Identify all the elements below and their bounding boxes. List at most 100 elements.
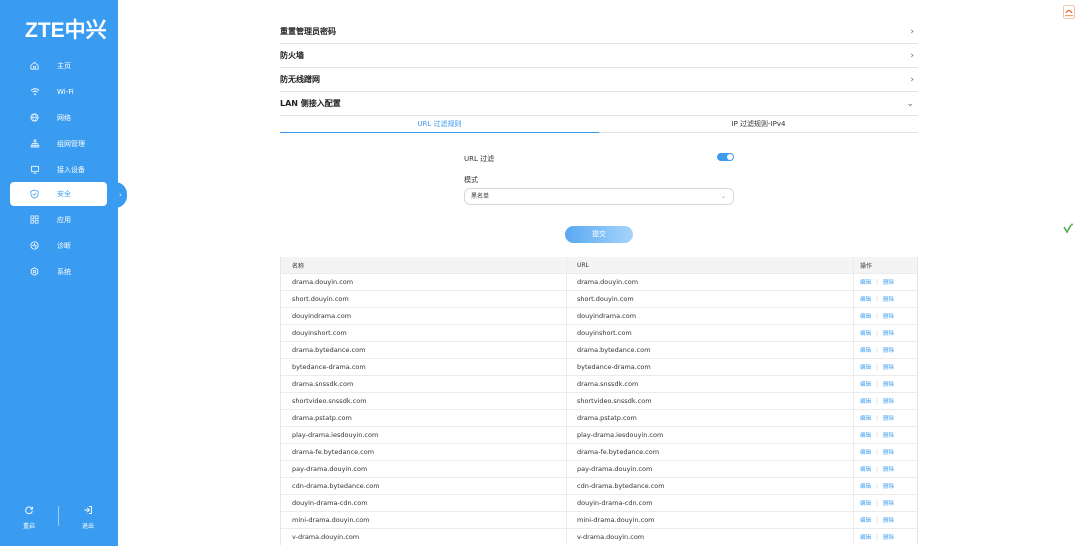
sidebar-item-label: 主页 — [57, 61, 71, 70]
cell-url: shortvideo.snssdk.com — [567, 393, 854, 409]
edit-link[interactable]: 编辑 — [860, 295, 871, 303]
divider: | — [876, 329, 879, 337]
tab-url-filter[interactable]: URL 过滤规则 — [280, 116, 599, 133]
edit-link[interactable]: 编辑 — [860, 329, 871, 337]
table-row: drama.pstatp.com drama.pstatp.com 编辑 | 删除 — [281, 409, 917, 426]
table-row: shortvideo.snssdk.com shortvideo.snssdk.c… — [281, 392, 917, 409]
edit-link[interactable]: 编辑 — [860, 465, 871, 473]
url-filter-label: URL 过滤 — [464, 155, 495, 163]
settings-icon — [30, 267, 52, 276]
leaf-icon[interactable] — [1061, 222, 1075, 236]
sidebar-item-home[interactable]: 主页 — [10, 54, 107, 77]
filter-tabs: URL 过滤规则 IP 过滤规则-IPv4 — [280, 116, 918, 133]
section-anti-wifi-leech[interactable]: 防无线蹭网 › — [280, 68, 918, 92]
sidebar-item-network[interactable]: 网络 — [10, 106, 107, 129]
mode-select[interactable]: 黑名单 ⌄ — [464, 188, 734, 205]
delete-link[interactable]: 删除 — [883, 380, 894, 388]
active-indicator: › — [115, 182, 127, 208]
edit-link[interactable]: 编辑 — [860, 380, 871, 388]
edit-link[interactable]: 编辑 — [860, 278, 871, 286]
delete-link[interactable]: 删除 — [883, 278, 894, 286]
sidebar-item-mesh[interactable]: 组网管理 — [10, 132, 107, 155]
delete-link[interactable]: 删除 — [883, 448, 894, 456]
cell-url: cdn-drama.bytedance.com — [567, 478, 854, 494]
edit-link[interactable]: 编辑 — [860, 448, 871, 456]
edit-link[interactable]: 编辑 — [860, 312, 871, 320]
cell-url: douyin-drama-cdn.com — [567, 495, 854, 511]
header-url: URL — [567, 257, 854, 273]
cell-ops: 编辑 | 删除 — [854, 444, 917, 460]
edit-link[interactable]: 编辑 — [860, 533, 871, 541]
cell-url: douyindrama.com — [567, 308, 854, 324]
sidebar-item-label: 组网管理 — [57, 139, 85, 148]
edit-link[interactable]: 编辑 — [860, 482, 871, 490]
cell-ops: 编辑 | 删除 — [854, 274, 917, 290]
edit-link[interactable]: 编辑 — [860, 516, 871, 524]
cell-url: douyinshort.com — [567, 325, 854, 341]
cell-url: pay-drama.douyin.com — [567, 461, 854, 477]
home-icon — [30, 61, 52, 70]
delete-link[interactable]: 删除 — [883, 397, 894, 405]
sidebar-item-apps[interactable]: 应用 — [10, 208, 107, 231]
delete-link[interactable]: 删除 — [883, 482, 894, 490]
sidebar-item-system[interactable]: 系统 — [10, 260, 107, 283]
edit-link[interactable]: 编辑 — [860, 346, 871, 354]
cell-ops: 编辑 | 删除 — [854, 291, 917, 307]
sidebar-item-security[interactable]: 安全 — [10, 182, 107, 206]
section-lan-access-config[interactable]: LAN 侧接入配置 ⌄ — [280, 92, 918, 116]
delete-link[interactable]: 删除 — [883, 363, 894, 371]
section-firewall[interactable]: 防火墙 › — [280, 44, 918, 68]
delete-link[interactable]: 删除 — [883, 431, 894, 439]
delete-link[interactable]: 删除 — [883, 465, 894, 473]
table-row: pay-drama.douyin.com pay-drama.douyin.com… — [281, 460, 917, 477]
divider: | — [876, 312, 879, 320]
cell-name: drama.douyin.com — [281, 274, 567, 290]
edit-link[interactable]: 编辑 — [860, 363, 871, 371]
cell-ops: 编辑 | 删除 — [854, 512, 917, 528]
divider: | — [876, 448, 879, 456]
sidebar-item-wifi[interactable]: Wi-Fi — [10, 80, 107, 103]
chevron-down-icon: ⌄ — [720, 193, 726, 200]
submit-button[interactable]: 提交 — [565, 226, 633, 243]
delete-link[interactable]: 删除 — [883, 329, 894, 337]
delete-link[interactable]: 删除 — [883, 533, 894, 541]
cell-ops: 编辑 | 删除 — [854, 478, 917, 494]
delete-link[interactable]: 删除 — [883, 499, 894, 507]
divider: | — [876, 295, 879, 303]
logout-button[interactable]: 退出 — [73, 505, 103, 530]
cell-name: cdn-drama.bytedance.com — [281, 478, 567, 494]
header-ops: 操作 — [860, 262, 873, 270]
divider: | — [876, 516, 879, 524]
logout-label: 退出 — [81, 523, 94, 530]
cell-name: douyinshort.com — [281, 325, 567, 341]
restart-icon — [14, 505, 44, 517]
delete-link[interactable]: 删除 — [883, 414, 894, 422]
cell-ops: 编辑 | 删除 — [854, 495, 917, 511]
table-row: short.douyin.com short.douyin.com 编辑 | 删除 — [281, 290, 917, 307]
cell-ops: 编辑 | 删除 — [854, 359, 917, 375]
edit-link[interactable]: 编辑 — [860, 431, 871, 439]
edit-link[interactable]: 编辑 — [860, 414, 871, 422]
delete-link[interactable]: 删除 — [883, 295, 894, 303]
sidebar-item-diagnose[interactable]: 诊断 — [10, 234, 107, 257]
tab-ip-filter-ipv4[interactable]: IP 过滤规则-IPv4 — [599, 116, 918, 133]
section-reset-admin-password[interactable]: 重置管理员密码 › — [280, 20, 918, 44]
restart-button[interactable]: 重启 — [14, 505, 44, 530]
cell-name: douyin-drama-cdn.com — [281, 495, 567, 511]
delete-link[interactable]: 删除 — [883, 346, 894, 354]
sidebar-item-devices[interactable]: 接入设备 — [10, 158, 107, 181]
cell-name: drama-fe.bytedance.com — [281, 444, 567, 460]
delete-link[interactable]: 删除 — [883, 516, 894, 524]
apps-icon — [30, 215, 52, 224]
cell-url: play-drama.iesdouyin.com — [567, 427, 854, 443]
divider: | — [876, 346, 879, 354]
cell-url: drama.pstatp.com — [567, 410, 854, 426]
topology-icon — [30, 139, 52, 148]
divider: | — [876, 380, 879, 388]
delete-link[interactable]: 删除 — [883, 312, 894, 320]
edit-link[interactable]: 编辑 — [860, 397, 871, 405]
diagnose-icon — [30, 241, 52, 250]
edit-link[interactable]: 编辑 — [860, 499, 871, 507]
url-filter-toggle[interactable] — [717, 153, 734, 161]
cell-ops: 编辑 | 删除 — [854, 529, 917, 545]
